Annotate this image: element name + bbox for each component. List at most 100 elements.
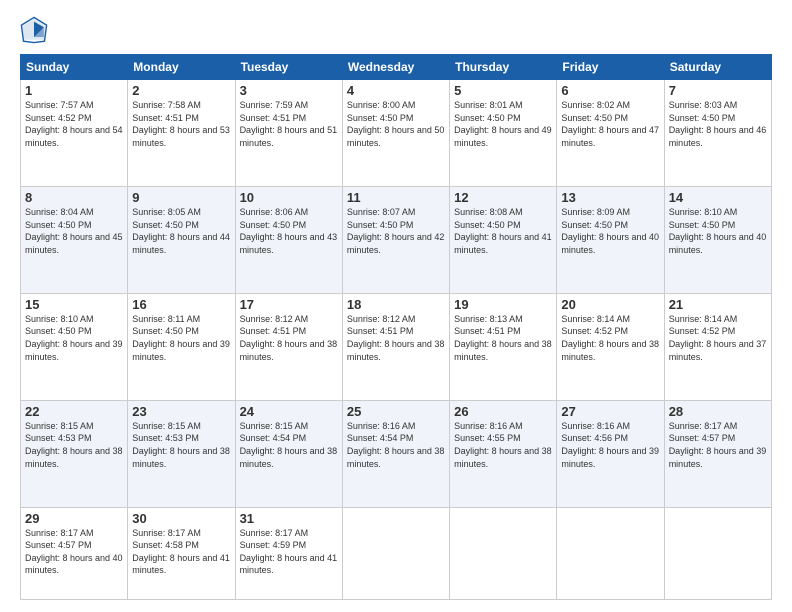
day-header-saturday: Saturday [664,55,771,80]
day-number: 8 [25,190,123,205]
calendar-cell: 11Sunrise: 8:07 AMSunset: 4:50 PMDayligh… [342,186,449,293]
calendar-cell: 17Sunrise: 8:12 AMSunset: 4:51 PMDayligh… [235,293,342,400]
day-number: 6 [561,83,659,98]
calendar-cell: 12Sunrise: 8:08 AMSunset: 4:50 PMDayligh… [450,186,557,293]
calendar-cell: 22Sunrise: 8:15 AMSunset: 4:53 PMDayligh… [21,400,128,507]
week-row-4: 22Sunrise: 8:15 AMSunset: 4:53 PMDayligh… [21,400,772,507]
page: SundayMondayTuesdayWednesdayThursdayFrid… [0,0,792,612]
day-detail: Sunrise: 8:06 AMSunset: 4:50 PMDaylight:… [240,206,338,256]
day-detail: Sunrise: 7:58 AMSunset: 4:51 PMDaylight:… [132,99,230,149]
week-row-2: 8Sunrise: 8:04 AMSunset: 4:50 PMDaylight… [21,186,772,293]
day-detail: Sunrise: 8:16 AMSunset: 4:54 PMDaylight:… [347,420,445,470]
header [20,16,772,44]
day-detail: Sunrise: 8:17 AMSunset: 4:59 PMDaylight:… [240,527,338,577]
day-detail: Sunrise: 8:10 AMSunset: 4:50 PMDaylight:… [669,206,767,256]
calendar-cell: 16Sunrise: 8:11 AMSunset: 4:50 PMDayligh… [128,293,235,400]
logo-icon [20,16,48,44]
calendar-cell: 30Sunrise: 8:17 AMSunset: 4:58 PMDayligh… [128,507,235,599]
calendar-cell: 25Sunrise: 8:16 AMSunset: 4:54 PMDayligh… [342,400,449,507]
day-number: 12 [454,190,552,205]
day-detail: Sunrise: 8:05 AMSunset: 4:50 PMDaylight:… [132,206,230,256]
day-number: 3 [240,83,338,98]
day-number: 17 [240,297,338,312]
day-detail: Sunrise: 8:17 AMSunset: 4:58 PMDaylight:… [132,527,230,577]
day-number: 14 [669,190,767,205]
day-number: 20 [561,297,659,312]
day-number: 5 [454,83,552,98]
day-number: 23 [132,404,230,419]
day-detail: Sunrise: 8:00 AMSunset: 4:50 PMDaylight:… [347,99,445,149]
day-number: 1 [25,83,123,98]
day-header-friday: Friday [557,55,664,80]
day-number: 7 [669,83,767,98]
day-header-sunday: Sunday [21,55,128,80]
calendar-cell [557,507,664,599]
day-number: 19 [454,297,552,312]
day-number: 28 [669,404,767,419]
calendar-header-row: SundayMondayTuesdayWednesdayThursdayFrid… [21,55,772,80]
day-detail: Sunrise: 8:13 AMSunset: 4:51 PMDaylight:… [454,313,552,363]
day-detail: Sunrise: 8:11 AMSunset: 4:50 PMDaylight:… [132,313,230,363]
day-number: 10 [240,190,338,205]
day-detail: Sunrise: 8:12 AMSunset: 4:51 PMDaylight:… [240,313,338,363]
day-detail: Sunrise: 7:57 AMSunset: 4:52 PMDaylight:… [25,99,123,149]
calendar-cell: 7Sunrise: 8:03 AMSunset: 4:50 PMDaylight… [664,80,771,187]
day-number: 26 [454,404,552,419]
calendar-cell: 1Sunrise: 7:57 AMSunset: 4:52 PMDaylight… [21,80,128,187]
day-number: 30 [132,511,230,526]
day-detail: Sunrise: 8:02 AMSunset: 4:50 PMDaylight:… [561,99,659,149]
day-detail: Sunrise: 8:17 AMSunset: 4:57 PMDaylight:… [25,527,123,577]
day-detail: Sunrise: 8:09 AMSunset: 4:50 PMDaylight:… [561,206,659,256]
day-number: 2 [132,83,230,98]
day-number: 13 [561,190,659,205]
day-number: 18 [347,297,445,312]
calendar-cell: 6Sunrise: 8:02 AMSunset: 4:50 PMDaylight… [557,80,664,187]
calendar-cell: 29Sunrise: 8:17 AMSunset: 4:57 PMDayligh… [21,507,128,599]
calendar-cell: 31Sunrise: 8:17 AMSunset: 4:59 PMDayligh… [235,507,342,599]
calendar-cell: 15Sunrise: 8:10 AMSunset: 4:50 PMDayligh… [21,293,128,400]
day-detail: Sunrise: 8:16 AMSunset: 4:55 PMDaylight:… [454,420,552,470]
day-number: 11 [347,190,445,205]
calendar-cell: 14Sunrise: 8:10 AMSunset: 4:50 PMDayligh… [664,186,771,293]
day-detail: Sunrise: 8:14 AMSunset: 4:52 PMDaylight:… [561,313,659,363]
calendar-cell: 20Sunrise: 8:14 AMSunset: 4:52 PMDayligh… [557,293,664,400]
calendar-cell: 21Sunrise: 8:14 AMSunset: 4:52 PMDayligh… [664,293,771,400]
day-number: 27 [561,404,659,419]
day-number: 15 [25,297,123,312]
day-number: 25 [347,404,445,419]
calendar-cell: 10Sunrise: 8:06 AMSunset: 4:50 PMDayligh… [235,186,342,293]
day-detail: Sunrise: 8:15 AMSunset: 4:53 PMDaylight:… [25,420,123,470]
day-number: 21 [669,297,767,312]
day-header-monday: Monday [128,55,235,80]
calendar-cell: 2Sunrise: 7:58 AMSunset: 4:51 PMDaylight… [128,80,235,187]
calendar-cell [664,507,771,599]
day-detail: Sunrise: 8:01 AMSunset: 4:50 PMDaylight:… [454,99,552,149]
calendar-cell [450,507,557,599]
day-detail: Sunrise: 8:12 AMSunset: 4:51 PMDaylight:… [347,313,445,363]
calendar-cell: 19Sunrise: 8:13 AMSunset: 4:51 PMDayligh… [450,293,557,400]
day-header-thursday: Thursday [450,55,557,80]
day-detail: Sunrise: 8:15 AMSunset: 4:54 PMDaylight:… [240,420,338,470]
day-detail: Sunrise: 8:08 AMSunset: 4:50 PMDaylight:… [454,206,552,256]
calendar-cell: 4Sunrise: 8:00 AMSunset: 4:50 PMDaylight… [342,80,449,187]
day-header-tuesday: Tuesday [235,55,342,80]
calendar-cell: 5Sunrise: 8:01 AMSunset: 4:50 PMDaylight… [450,80,557,187]
day-detail: Sunrise: 8:14 AMSunset: 4:52 PMDaylight:… [669,313,767,363]
day-detail: Sunrise: 7:59 AMSunset: 4:51 PMDaylight:… [240,99,338,149]
logo [20,16,52,44]
day-number: 31 [240,511,338,526]
week-row-5: 29Sunrise: 8:17 AMSunset: 4:57 PMDayligh… [21,507,772,599]
calendar-cell: 27Sunrise: 8:16 AMSunset: 4:56 PMDayligh… [557,400,664,507]
calendar-cell: 28Sunrise: 8:17 AMSunset: 4:57 PMDayligh… [664,400,771,507]
day-detail: Sunrise: 8:15 AMSunset: 4:53 PMDaylight:… [132,420,230,470]
week-row-1: 1Sunrise: 7:57 AMSunset: 4:52 PMDaylight… [21,80,772,187]
day-detail: Sunrise: 8:07 AMSunset: 4:50 PMDaylight:… [347,206,445,256]
day-header-wednesday: Wednesday [342,55,449,80]
day-number: 24 [240,404,338,419]
calendar-cell: 18Sunrise: 8:12 AMSunset: 4:51 PMDayligh… [342,293,449,400]
day-detail: Sunrise: 8:17 AMSunset: 4:57 PMDaylight:… [669,420,767,470]
calendar-cell: 24Sunrise: 8:15 AMSunset: 4:54 PMDayligh… [235,400,342,507]
calendar-cell [342,507,449,599]
week-row-3: 15Sunrise: 8:10 AMSunset: 4:50 PMDayligh… [21,293,772,400]
day-number: 16 [132,297,230,312]
